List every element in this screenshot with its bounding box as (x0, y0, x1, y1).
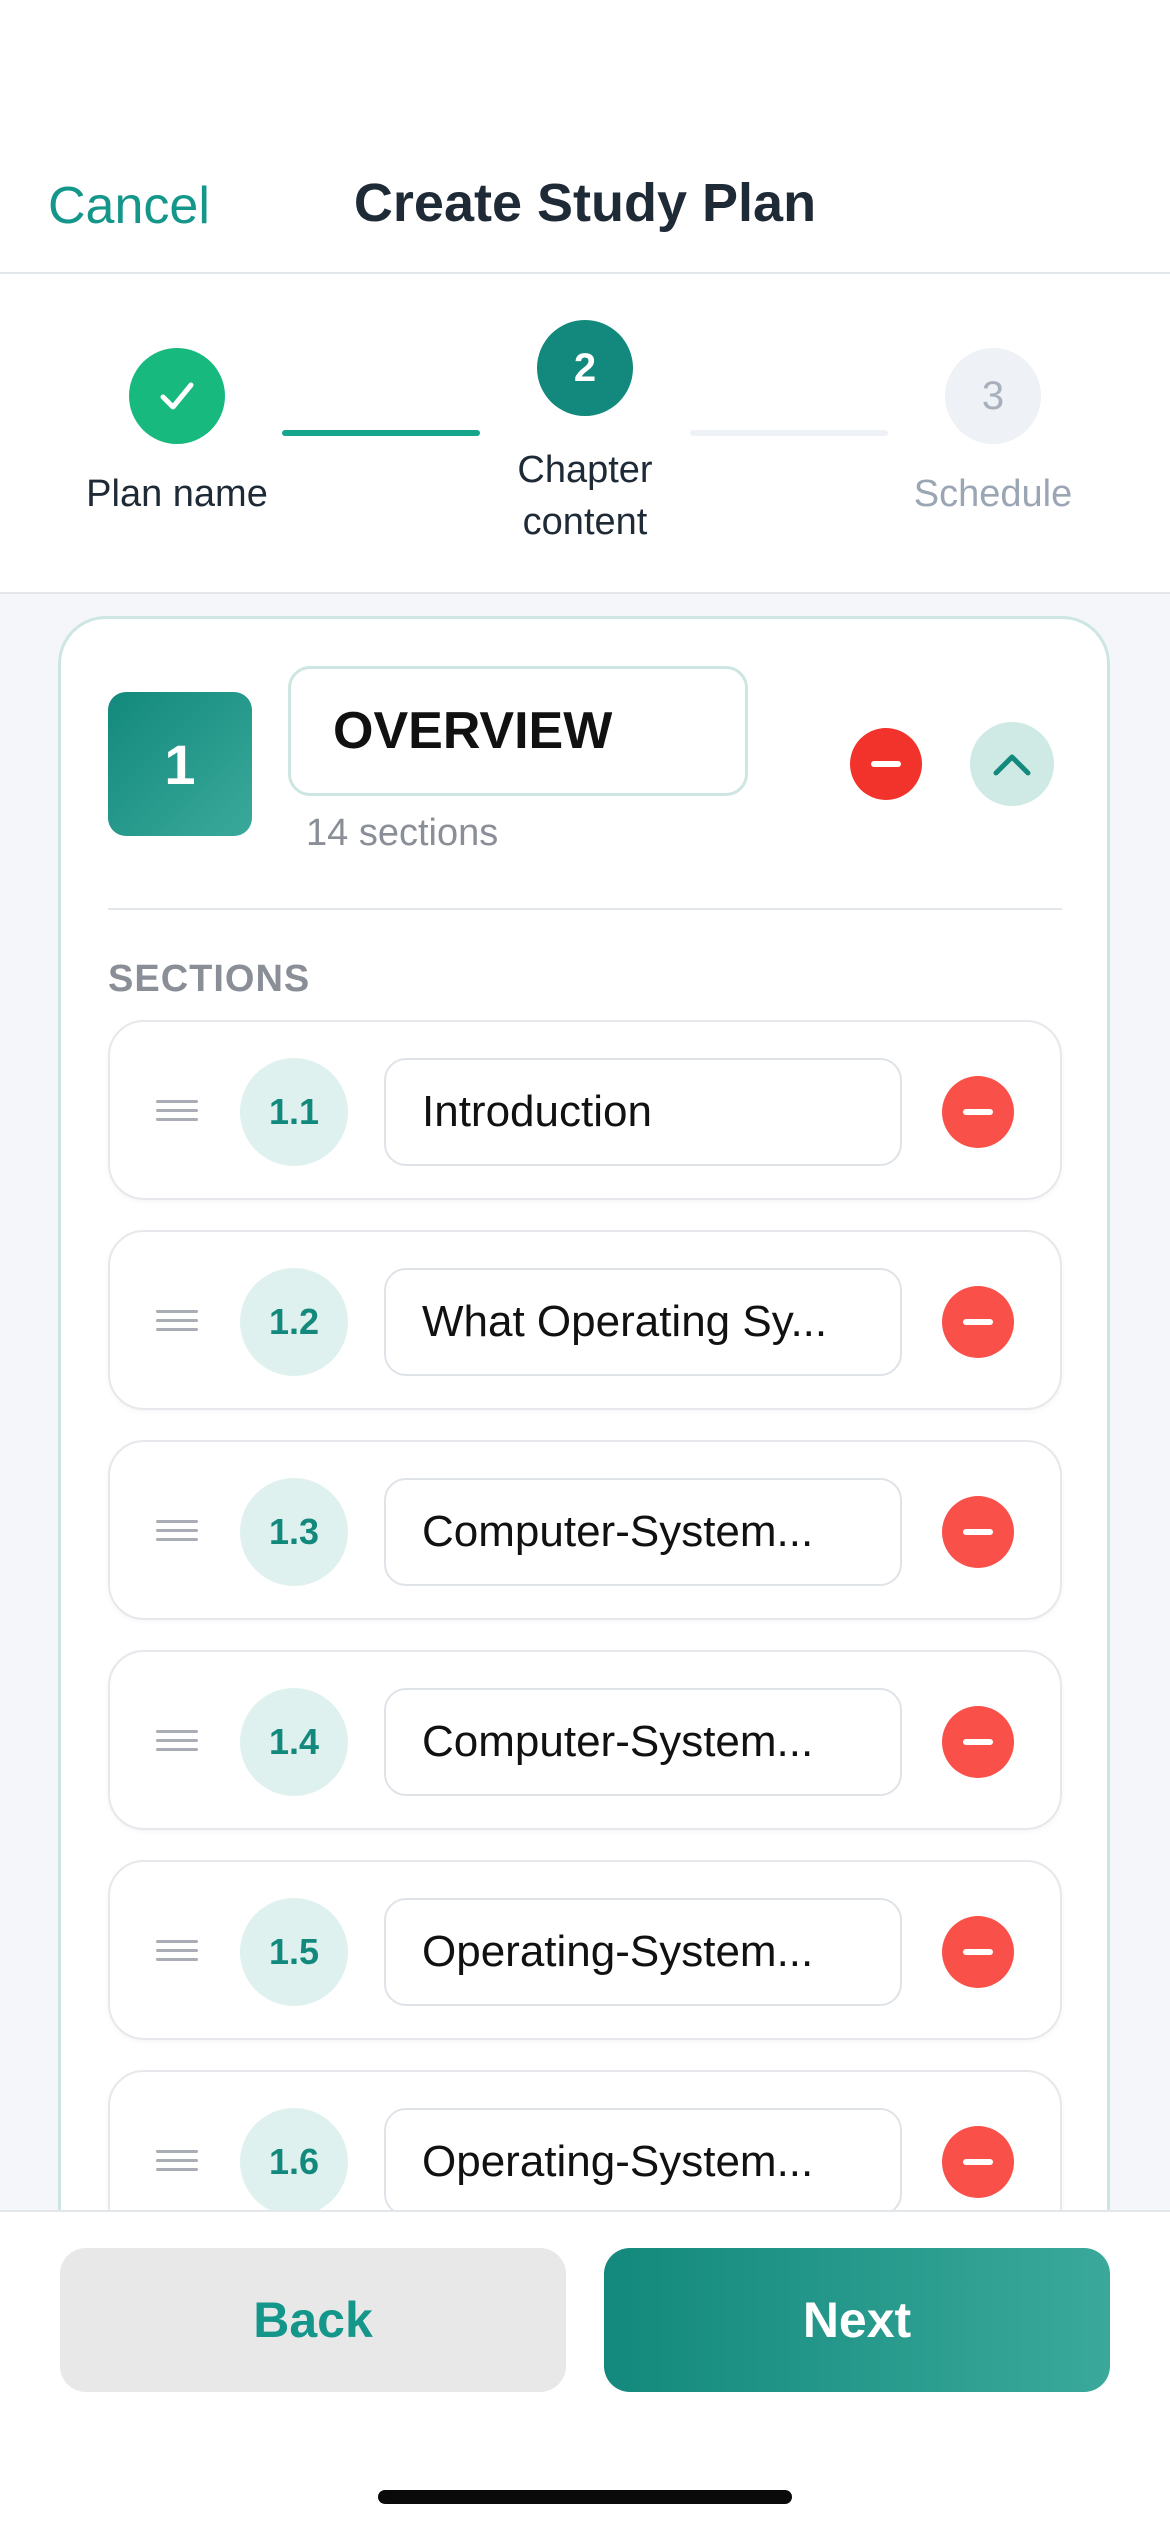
section-row[interactable]: 1.5 Operating-System... (108, 1860, 1062, 2040)
drag-handle-icon[interactable] (156, 1520, 198, 1541)
section-title-input[interactable]: Computer-System... (384, 1688, 902, 1796)
step-1-complete[interactable] (129, 348, 225, 444)
remove-section-button[interactable] (942, 1916, 1014, 1988)
minus-icon (963, 1319, 993, 1325)
sections-heading: SECTIONS (108, 958, 311, 1000)
section-row[interactable]: 1.4 Computer-System... (108, 1650, 1062, 1830)
remove-section-button[interactable] (942, 2126, 1014, 2198)
section-row[interactable]: 1.1 Introduction (108, 1020, 1062, 1200)
section-title-input[interactable]: What Operating Sy... (384, 1268, 902, 1376)
drag-handle-icon[interactable] (156, 1730, 198, 1751)
step-2-label-line2: content (522, 501, 648, 543)
remove-section-button[interactable] (942, 1496, 1014, 1568)
step-3-label: Schedule (913, 473, 1073, 515)
sections-list: 1.1 Introduction 1.2 What Operating Sy..… (108, 1020, 1062, 2280)
step-connector-upcoming (690, 430, 888, 436)
home-indicator[interactable] (378, 2490, 792, 2504)
drag-handle-icon[interactable] (156, 1100, 198, 1121)
check-icon (160, 382, 194, 410)
step-3-upcoming[interactable]: 3 (945, 348, 1041, 444)
drag-handle-icon[interactable] (156, 1940, 198, 1961)
drag-handle-icon[interactable] (156, 2150, 198, 2171)
chapter-number-badge: 1 (108, 692, 252, 836)
page-title: Create Study Plan (353, 173, 817, 233)
section-number-badge: 1.6 (240, 2108, 348, 2216)
step-2-label: Chapter content (465, 444, 705, 548)
step-2-number: 2 (573, 345, 597, 390)
step-connector-completed (282, 430, 480, 436)
drag-handle-icon[interactable] (156, 1310, 198, 1331)
section-number-badge: 1.2 (240, 1268, 348, 1376)
divider (108, 908, 1062, 910)
section-title-input[interactable]: Operating-System... (384, 1898, 902, 2006)
section-number-badge: 1.4 (240, 1688, 348, 1796)
chapter-name-input[interactable]: OVERVIEW (288, 666, 748, 796)
minus-icon (963, 1739, 993, 1745)
back-button[interactable]: Back (60, 2248, 566, 2392)
minus-icon (963, 1109, 993, 1115)
minus-icon (871, 761, 901, 767)
section-row[interactable]: 1.2 What Operating Sy... (108, 1230, 1062, 1410)
section-number-badge: 1.5 (240, 1898, 348, 2006)
step-3-number: 3 (981, 373, 1005, 418)
step-2-label-line1: Chapter (517, 449, 653, 491)
minus-icon (963, 1949, 993, 1955)
minus-icon (963, 2159, 993, 2165)
section-title-input[interactable]: Computer-System... (384, 1478, 902, 1586)
remove-chapter-button[interactable] (850, 728, 922, 800)
remove-section-button[interactable] (942, 1076, 1014, 1148)
remove-section-button[interactable] (942, 1286, 1014, 1358)
minus-icon (963, 1529, 993, 1535)
chapter-section-count: 14 sections (306, 812, 499, 854)
remove-section-button[interactable] (942, 1706, 1014, 1778)
section-title-input[interactable]: Operating-System... (384, 2108, 902, 2216)
section-row[interactable]: 1.3 Computer-System... (108, 1440, 1062, 1620)
step-1-label: Plan name (86, 473, 268, 515)
step-2-active[interactable]: 2 (537, 320, 633, 416)
next-button[interactable]: Next (604, 2248, 1110, 2392)
chevron-up-icon (993, 754, 1031, 776)
collapse-chapter-button[interactable] (970, 722, 1054, 806)
section-number-badge: 1.1 (240, 1058, 348, 1166)
section-title-input[interactable]: Introduction (384, 1058, 902, 1166)
section-number-badge: 1.3 (240, 1478, 348, 1586)
